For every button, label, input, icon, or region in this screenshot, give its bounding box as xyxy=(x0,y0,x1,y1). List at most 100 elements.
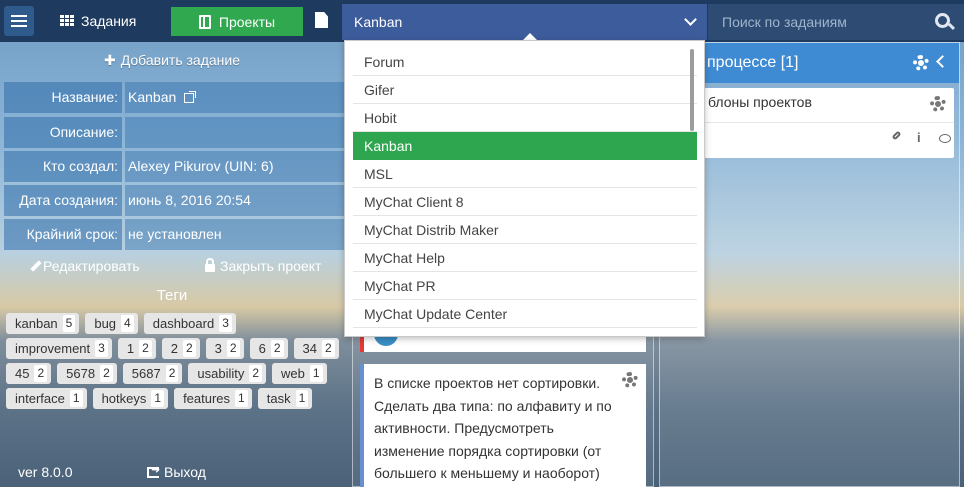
tag-name: task xyxy=(266,391,291,406)
project-dropdown: Forum Gifer Hobit Kanban MSL MyChat Client 8M… xyxy=(344,40,705,337)
tag-count: 2 xyxy=(226,340,240,357)
tag-chip[interactable]: bug 4 xyxy=(85,313,138,334)
tag-name: 3 xyxy=(214,341,222,356)
tag-name: 1 xyxy=(126,341,135,356)
tag-chip[interactable]: interface 1 xyxy=(6,388,87,409)
tag-chip[interactable]: 32 xyxy=(205,338,244,359)
dropdown-item[interactable]: MSL xyxy=(353,160,697,188)
nav-tasks-link[interactable]: Задания xyxy=(60,8,136,34)
logout-label: Выход xyxy=(164,464,206,480)
tag-chip[interactable]: kanban 5 xyxy=(6,313,80,334)
tag-count: 2 xyxy=(270,340,284,357)
tag-chip[interactable]: 5678 2 xyxy=(57,363,117,384)
task-card[interactable]: В списке проектов нет сортировки. Сделат… xyxy=(360,364,646,487)
tag-chip[interactable]: usability 2 xyxy=(188,363,267,384)
lock-icon xyxy=(205,258,215,272)
logout-button[interactable]: Выход xyxy=(147,463,206,480)
task-card[interactable]: блоны проектов i xyxy=(667,88,954,158)
field-name-row: Название: Kanban xyxy=(4,82,344,113)
external-link-icon[interactable] xyxy=(184,91,197,103)
gear-icon[interactable] xyxy=(913,55,929,71)
tag-name: 2 xyxy=(170,341,178,356)
tag-name: improvement xyxy=(15,341,91,356)
tag-count: 3 xyxy=(219,315,232,332)
plus-icon: ✚ xyxy=(104,52,116,68)
tag-chip[interactable]: hotkeys 1 xyxy=(92,388,169,409)
pencil-icon xyxy=(30,260,42,272)
tag-count: 2 xyxy=(182,340,196,357)
tag-name: hotkeys xyxy=(101,391,147,406)
tag-count: 2 xyxy=(165,365,179,382)
tag-name: 5678 xyxy=(66,366,96,381)
tag-chip[interactable]: 62 xyxy=(249,338,288,359)
sign-out-icon xyxy=(147,463,160,478)
project-select-value: Kanban xyxy=(354,14,403,30)
tag-name: bug xyxy=(94,316,117,331)
dropdown-item[interactable]: MyChat PR xyxy=(353,272,697,300)
tag-chip[interactable]: 45 2 xyxy=(6,363,52,384)
close-label: Закрыть проект xyxy=(220,258,322,274)
field-value[interactable]: Kanban xyxy=(125,82,344,113)
scrollbar[interactable] xyxy=(690,49,694,131)
tag-count: 5 xyxy=(62,315,76,332)
add-task-button[interactable]: ✚ Добавить задание xyxy=(0,52,344,69)
project-info-panel: ✚ Добавить задание Название: Kanban Описа… xyxy=(0,42,344,487)
dropdown-item[interactable]: MyChat Update Center xyxy=(353,300,697,328)
document-icon[interactable] xyxy=(315,12,328,28)
menu-button[interactable] xyxy=(4,6,34,36)
tag-count: 2 xyxy=(34,365,48,382)
dropdown-item[interactable]: Gifer xyxy=(353,76,697,104)
top-bar: Задания Проекты Kanban Поиск по заданиям xyxy=(0,0,964,42)
column-title: процессе [1] xyxy=(707,54,799,71)
tag-chip[interactable]: features 1 xyxy=(174,388,252,409)
tag-chip[interactable]: 12 xyxy=(117,338,156,359)
tag-chip[interactable]: 22 xyxy=(161,338,200,359)
tag-count: 1 xyxy=(151,390,165,407)
field-label: Кто создал: xyxy=(4,151,122,182)
info-icon[interactable]: i xyxy=(917,130,921,145)
tag-chip[interactable]: task 1 xyxy=(257,388,313,409)
dropdown-item[interactable]: MyChat Help xyxy=(353,244,697,272)
dropdown-item[interactable]: MyChat Distrib Maker xyxy=(353,216,697,244)
tag-chip[interactable]: dashboard 3 xyxy=(143,313,236,334)
close-project-button[interactable]: Закрыть проект xyxy=(205,258,321,274)
tag-chip[interactable]: 34 2 xyxy=(293,338,339,359)
dropdown-item[interactable]: Hobit xyxy=(353,104,697,132)
field-value xyxy=(125,117,344,148)
tag-chip[interactable]: improvement 3 xyxy=(6,338,112,359)
edit-label: Редактировать xyxy=(43,258,140,274)
tag-chip[interactable]: 5687 2 xyxy=(122,363,183,384)
tag-chip[interactable]: web 1 xyxy=(272,363,327,384)
nav-projects-tab[interactable]: Проекты xyxy=(171,7,303,36)
nav-projects-label: Проекты xyxy=(218,13,276,30)
gear-icon[interactable] xyxy=(622,372,638,388)
gear-icon[interactable] xyxy=(930,96,946,112)
version-label: ver 8.0.0 xyxy=(18,464,73,480)
chevron-left-icon[interactable] xyxy=(936,55,949,68)
field-label: Название: xyxy=(4,82,122,113)
dropdown-item[interactable]: Forum xyxy=(353,48,697,76)
tag-name: 45 xyxy=(15,366,30,381)
dropdown-item[interactable]: MyChat Client 8 xyxy=(353,188,697,216)
edit-project-button[interactable]: Редактировать xyxy=(30,258,140,274)
book-icon xyxy=(198,14,211,29)
search-input[interactable]: Поиск по заданиям xyxy=(708,4,964,40)
field-value: июнь 8, 2016 20:54 xyxy=(125,185,344,216)
dropdown-item[interactable]: Kanban xyxy=(353,132,697,160)
search-placeholder: Поиск по заданиям xyxy=(722,14,847,30)
comment-icon[interactable] xyxy=(939,134,951,143)
divider xyxy=(667,122,954,123)
tag-count: 1 xyxy=(295,390,309,407)
tag-count: 2 xyxy=(139,340,152,357)
tag-name: 6 xyxy=(258,341,266,356)
search-icon[interactable] xyxy=(935,13,950,28)
chevron-down-icon xyxy=(684,13,697,26)
field-value: не установлен xyxy=(125,219,344,250)
link-icon[interactable] xyxy=(891,130,902,141)
tag-name: 34 xyxy=(302,341,317,356)
field-creator-row: Кто создал: Alexey Pikurov (UIN: 6) xyxy=(4,151,344,182)
field-value: Alexey Pikurov (UIN: 6) xyxy=(125,151,344,182)
tag-name: web xyxy=(281,366,305,381)
tag-name: features xyxy=(183,391,231,406)
field-label: Крайний срок: xyxy=(4,219,122,250)
